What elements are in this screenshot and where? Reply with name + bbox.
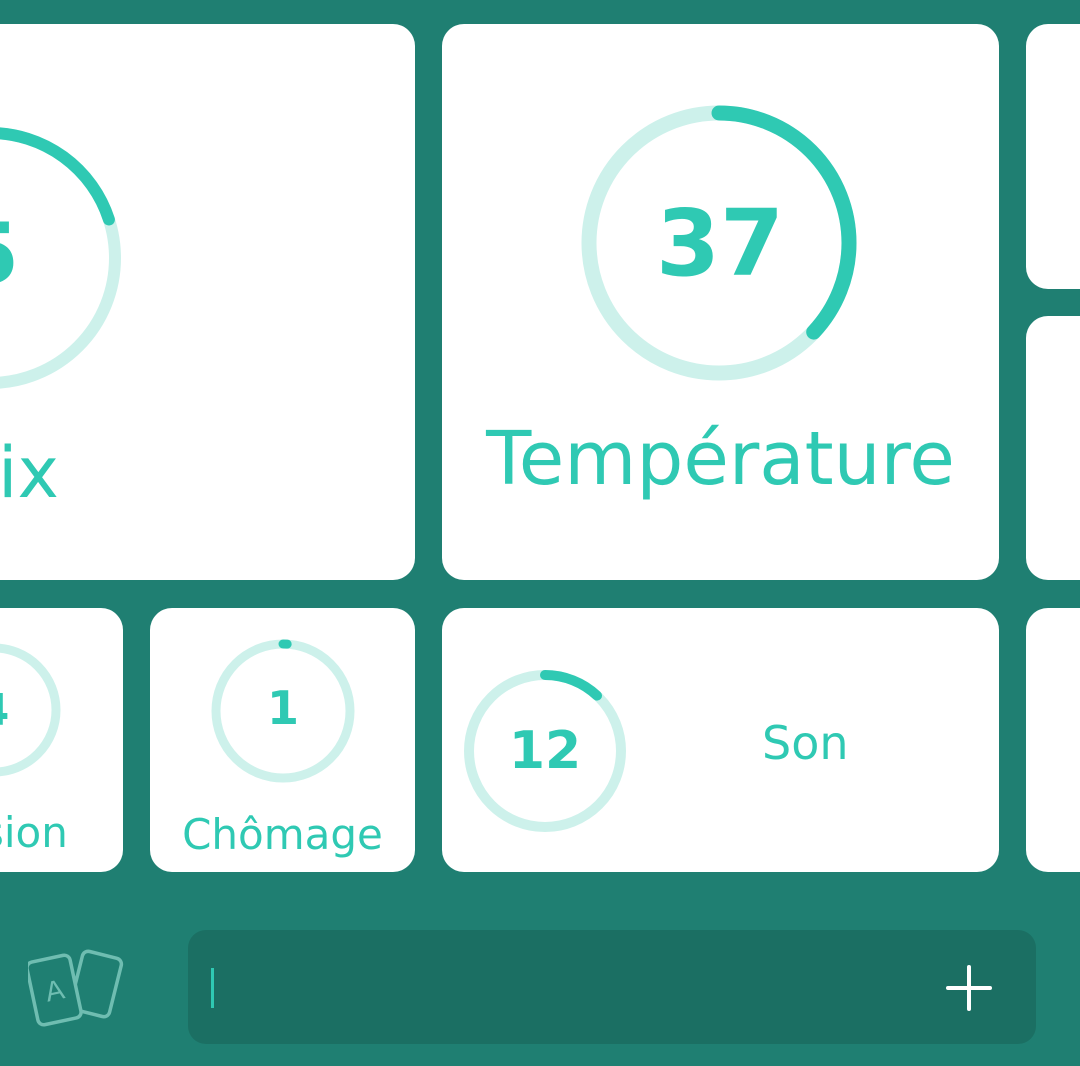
tile-edge-middle[interactable] <box>1026 316 1080 580</box>
tile-number: 4 <box>0 680 24 740</box>
tile-son[interactable]: 12 Son <box>442 608 999 872</box>
cards-icon[interactable]: A <box>28 942 128 1028</box>
tile-label: Température <box>486 416 955 502</box>
tile-edge-top[interactable] <box>1026 24 1080 289</box>
tile-label: sion <box>0 808 68 857</box>
word-input[interactable] <box>188 930 1036 1044</box>
tile-number: 12 <box>508 721 582 781</box>
tile-edge-bottom[interactable] <box>1026 608 1080 872</box>
tile-number: 5 <box>0 204 40 304</box>
tile-chomage[interactable]: 1 Chômage <box>150 608 415 872</box>
tile-label: Chômage <box>182 810 383 859</box>
tile-inflation[interactable]: 4 sion <box>0 608 123 872</box>
tile-number: 37 <box>655 189 785 297</box>
tile-prix[interactable]: 5 ix <box>0 24 415 580</box>
tile-temperature[interactable]: 37 Température <box>442 24 999 580</box>
tile-label: Son <box>762 716 849 770</box>
tile-number: 1 <box>266 681 299 735</box>
plus-icon[interactable] <box>946 965 992 1011</box>
tile-label: ix <box>0 432 59 514</box>
text-caret <box>211 968 214 1008</box>
